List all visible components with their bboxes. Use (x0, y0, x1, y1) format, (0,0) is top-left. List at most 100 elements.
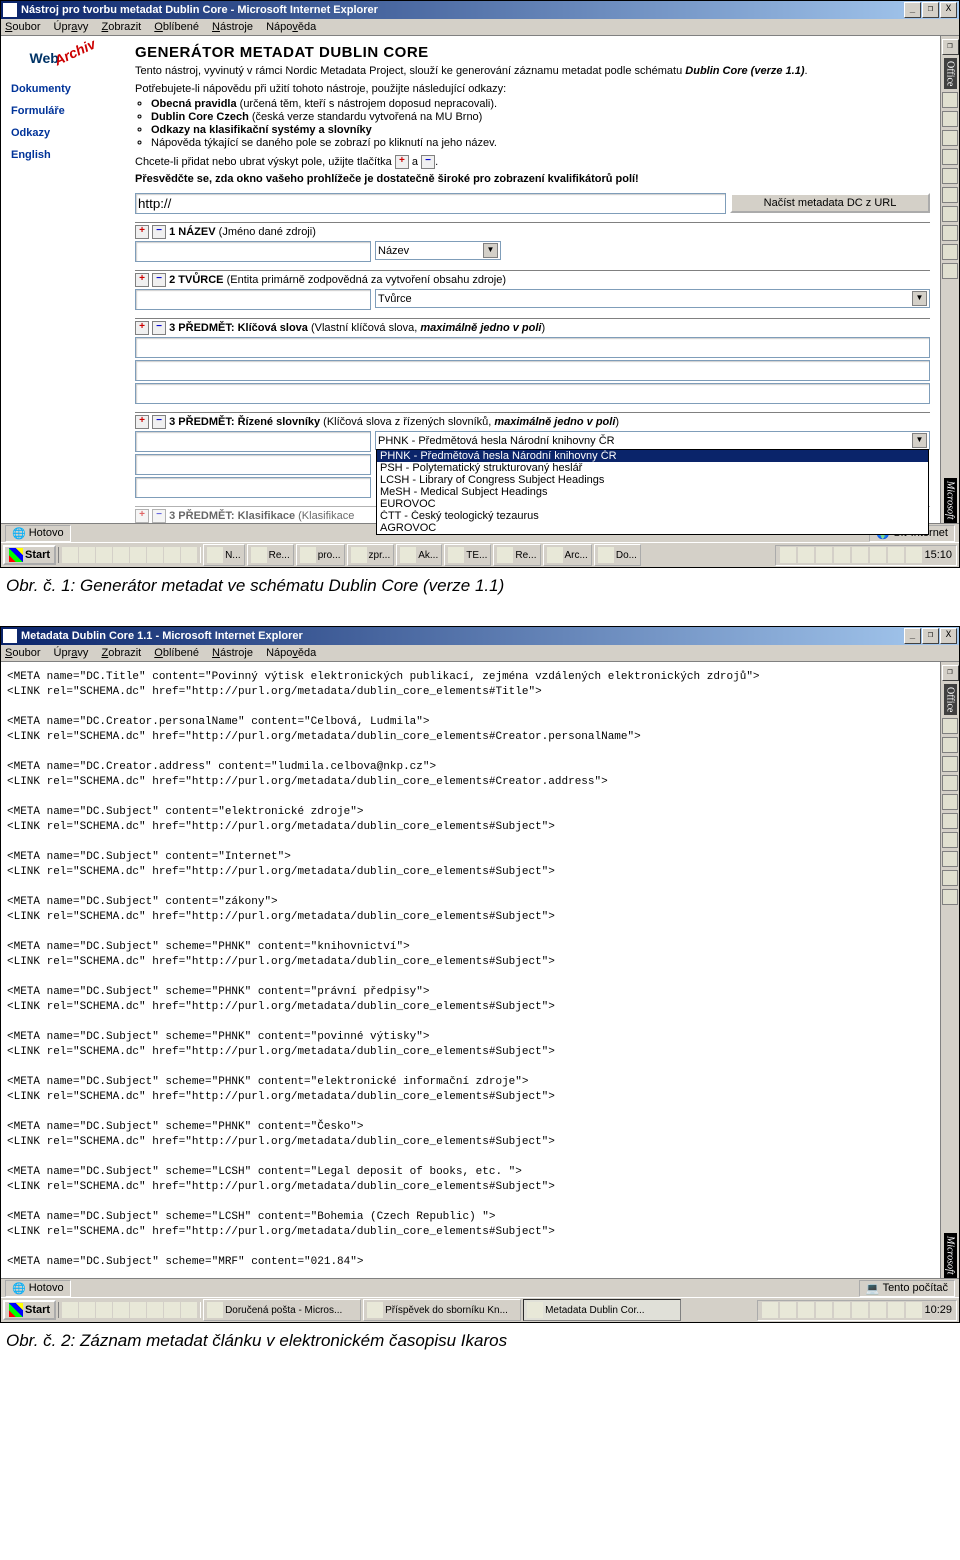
task-button[interactable]: TE... (444, 544, 491, 566)
ql-icon[interactable] (164, 547, 180, 563)
sidebar-item-odkazy[interactable]: Odkazy (11, 127, 121, 139)
klicova-input-3[interactable] (135, 383, 930, 404)
tray-icon[interactable] (798, 547, 814, 563)
side-icon[interactable] (942, 813, 958, 829)
ql-icon[interactable] (62, 547, 78, 563)
ql-icon[interactable] (96, 1302, 112, 1318)
minimize-button[interactable]: _ (904, 628, 921, 644)
plus-icon[interactable]: + (135, 273, 149, 287)
task-button[interactable]: Příspěvek do sborníku Kn... (363, 1299, 521, 1321)
side-icon[interactable] (942, 870, 958, 886)
tray-icon[interactable] (888, 547, 904, 563)
task-button[interactable]: N... (203, 544, 245, 566)
tray-icon[interactable] (870, 1302, 886, 1318)
task-button[interactable]: Do... (594, 544, 641, 566)
side-icon[interactable] (942, 149, 958, 165)
plus-icon[interactable]: + (135, 415, 149, 429)
tray-icon[interactable] (816, 547, 832, 563)
ql-icon[interactable] (181, 1302, 197, 1318)
dd-item[interactable]: AGROVOC (377, 522, 928, 534)
task-button[interactable]: Ak... (396, 544, 442, 566)
task-button[interactable]: Metadata Dublin Cor... (523, 1299, 681, 1321)
side-icon[interactable] (942, 889, 958, 905)
close-button[interactable]: X (940, 2, 957, 18)
task-button[interactable]: zpr... (347, 544, 395, 566)
side-icon[interactable] (942, 794, 958, 810)
side-icon[interactable] (942, 263, 958, 279)
tray-icon[interactable] (762, 1302, 778, 1318)
ql-icon[interactable] (181, 547, 197, 563)
restore-icon[interactable]: ❐ (942, 665, 959, 681)
ql-icon[interactable] (147, 547, 163, 563)
ql-icon[interactable] (62, 1302, 78, 1318)
ql-icon[interactable] (79, 1302, 95, 1318)
menu-zobrazit[interactable]: Zobrazit (101, 21, 141, 33)
side-icon[interactable] (942, 168, 958, 184)
slovniky-input[interactable] (135, 431, 371, 452)
tray-icon[interactable] (834, 1302, 850, 1318)
side-icon[interactable] (942, 718, 958, 734)
nazev-input[interactable] (135, 241, 371, 262)
menu-soubor[interactable]: Soubor (5, 21, 40, 33)
plus-icon[interactable]: + (135, 225, 149, 239)
side-icon[interactable] (942, 111, 958, 127)
menu-oblibene[interactable]: Oblíbené (154, 647, 199, 659)
maximize-button[interactable]: ❐ (922, 2, 939, 18)
dd-item[interactable]: PSH - Polytematický strukturovaný heslář (377, 462, 928, 474)
ql-icon[interactable] (113, 547, 129, 563)
task-button[interactable]: Doručená pošta - Micros... (203, 1299, 361, 1321)
maximize-button[interactable]: ❐ (922, 628, 939, 644)
slovniky-input-2[interactable] (135, 454, 371, 475)
titlebar[interactable]: Metadata Dublin Core 1.1 - Microsoft Int… (1, 627, 959, 645)
side-icon[interactable] (942, 832, 958, 848)
sidebar-item-english[interactable]: English (11, 149, 121, 161)
task-button[interactable]: Arc... (543, 544, 592, 566)
tray-icon[interactable] (816, 1302, 832, 1318)
tray-icon[interactable] (870, 547, 886, 563)
minus-icon[interactable]: − (152, 225, 166, 239)
side-icon[interactable] (942, 225, 958, 241)
side-icon[interactable] (942, 851, 958, 867)
side-icon[interactable] (942, 775, 958, 791)
tray-icon[interactable] (906, 547, 922, 563)
office-tab[interactable]: Office (944, 684, 957, 715)
side-icon[interactable] (942, 130, 958, 146)
minimize-button[interactable]: _ (904, 2, 921, 18)
start-button[interactable]: Start (3, 1300, 56, 1320)
side-icon[interactable] (942, 206, 958, 222)
dd-item[interactable]: ČTT - Český teologický tezaurus (377, 510, 928, 522)
menu-oblibene[interactable]: Oblíbené (154, 21, 199, 33)
minus-icon[interactable]: − (152, 273, 166, 287)
dd-item[interactable]: PHNK - Předmětová hesla Národní knihovny… (377, 450, 928, 462)
ql-icon[interactable] (113, 1302, 129, 1318)
tray-icon[interactable] (780, 1302, 796, 1318)
sidebar-item-formulare[interactable]: Formuláře (11, 105, 121, 117)
ql-icon[interactable] (130, 547, 146, 563)
task-button[interactable]: pro... (296, 544, 345, 566)
menu-napoveda[interactable]: Nápověda (266, 647, 316, 659)
dd-item[interactable]: LCSH - Library of Congress Subject Headi… (377, 474, 928, 486)
menubar[interactable]: Soubor Úpravy Zobrazit Oblíbené Nástroje… (1, 645, 959, 662)
tray-icon[interactable] (834, 547, 850, 563)
office-tab[interactable]: Office (944, 58, 957, 89)
tray-icon[interactable] (852, 1302, 868, 1318)
titlebar[interactable]: Nástroj pro tvorbu metadat Dublin Core -… (1, 1, 959, 19)
menu-upravy[interactable]: Úpravy (54, 21, 89, 33)
start-button[interactable]: Start (3, 545, 56, 565)
slovniky-input-3[interactable] (135, 477, 371, 498)
dropdown-list[interactable]: PHNK - Předmětová hesla Národní knihovny… (376, 449, 929, 535)
menu-nastroje[interactable]: Nástroje (212, 21, 253, 33)
minus-icon[interactable]: − (152, 321, 166, 335)
slovniky-select[interactable]: PHNK - Předmětová hesla Národní knihovny… (375, 431, 930, 450)
dd-item[interactable]: EUROVOC (377, 498, 928, 510)
minus-icon[interactable]: − (152, 415, 166, 429)
menu-soubor[interactable]: Soubor (5, 647, 40, 659)
plus-icon[interactable]: + (135, 321, 149, 335)
tray-icon[interactable] (780, 547, 796, 563)
menu-upravy[interactable]: Úpravy (54, 647, 89, 659)
tray-icon[interactable] (888, 1302, 904, 1318)
tvurce-input[interactable] (135, 289, 371, 310)
tvurce-select[interactable]: Tvůrce▼ (375, 289, 930, 308)
tray-icon[interactable] (798, 1302, 814, 1318)
task-button[interactable]: Re... (493, 544, 540, 566)
